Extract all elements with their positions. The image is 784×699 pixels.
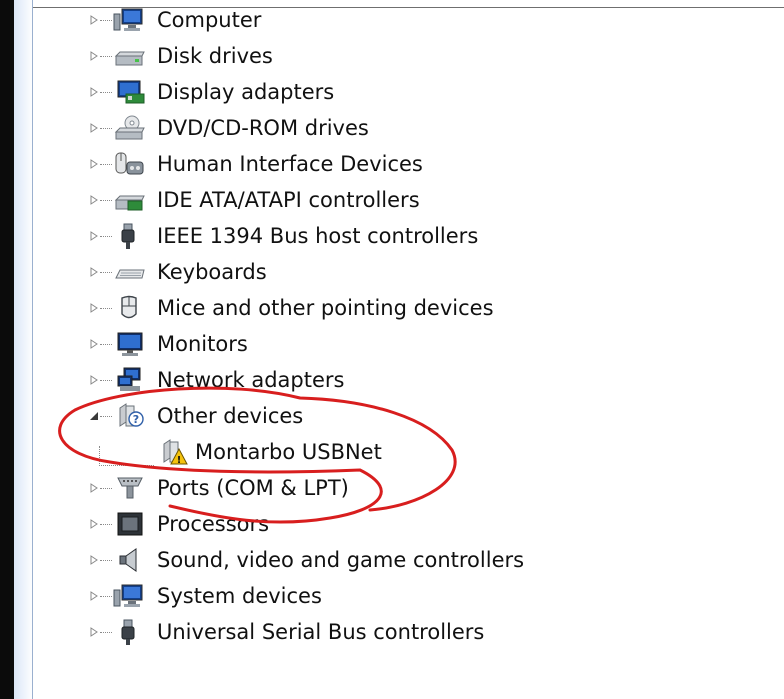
tree-connector [100, 92, 112, 93]
tree-item-label[interactable]: Human Interface Devices [157, 151, 423, 177]
tree-item-label[interactable]: Display adapters [157, 79, 334, 105]
tree-connector [100, 200, 112, 201]
keyboard-icon [115, 269, 145, 279]
tree-item-disk-drives[interactable]: Disk drives [0, 38, 784, 74]
tree-item-ieee1394[interactable]: IEEE 1394 Bus host controllers [0, 218, 784, 254]
firewire-icon [121, 223, 135, 249]
port-icon [117, 477, 143, 499]
expand-arrow-icon[interactable] [89, 231, 99, 241]
tree-item-label[interactable]: Network adapters [157, 367, 344, 393]
expand-arrow-icon[interactable] [89, 195, 99, 205]
expand-arrow-icon[interactable] [89, 591, 99, 601]
tree-item-processors[interactable]: Processors [0, 506, 784, 542]
system-device-icon [113, 584, 143, 607]
tree-item-label[interactable]: Sound, video and game controllers [157, 547, 524, 573]
tree-item-montarbo-usbnet[interactable]: ! Montarbo USBNet [0, 434, 784, 470]
tree-connector [100, 344, 112, 345]
svg-text:!: ! [177, 455, 182, 466]
dvd-drive-icon [114, 115, 145, 140]
expand-arrow-icon[interactable] [89, 519, 99, 529]
tree-connector [100, 56, 112, 57]
display-adapter-icon [117, 80, 145, 104]
svg-text:?: ? [133, 413, 139, 426]
tree-item-system-devices[interactable]: System devices [0, 578, 784, 614]
tree-item-label[interactable]: Montarbo USBNet [195, 439, 382, 465]
expand-arrow-icon[interactable] [89, 303, 99, 313]
tree-item-label[interactable]: IDE ATA/ATAPI controllers [157, 187, 420, 213]
device-tree: Computer Disk drives Display adapters DV… [0, 0, 784, 699]
tree-item-label[interactable]: Ports (COM & LPT) [157, 475, 349, 501]
tree-item-ide-controllers[interactable]: IDE ATA/ATAPI controllers [0, 182, 784, 218]
tree-connector [100, 632, 112, 633]
tree-item-monitors[interactable]: Monitors [0, 326, 784, 362]
disk-drive-icon [114, 51, 145, 66]
tree-item-label[interactable]: System devices [157, 583, 322, 609]
tree-item-other-devices[interactable]: ? Other devices [0, 398, 784, 434]
tree-item-sound[interactable]: Sound, video and game controllers [0, 542, 784, 578]
tree-item-label[interactable]: Monitors [157, 331, 248, 357]
tree-connector [100, 524, 112, 525]
tree-connector [100, 308, 112, 309]
tree-item-label[interactable]: Mice and other pointing devices [157, 295, 494, 321]
tree-item-label[interactable]: Computer [157, 7, 261, 33]
expand-arrow-icon[interactable] [89, 483, 99, 493]
tree-item-dvd-drives[interactable]: DVD/CD-ROM drives [0, 110, 784, 146]
tree-item-ports[interactable]: Ports (COM & LPT) [0, 470, 784, 506]
hid-icon [115, 152, 144, 175]
computer-icon [113, 8, 143, 31]
tree-item-hid[interactable]: Human Interface Devices [0, 146, 784, 182]
tree-item-display-adapters[interactable]: Display adapters [0, 74, 784, 110]
tree-connector [100, 560, 112, 561]
tree-item-computer[interactable]: Computer [0, 2, 784, 38]
speaker-icon [119, 548, 137, 572]
tree-connector [100, 380, 112, 381]
network-adapter-icon [117, 367, 141, 391]
tree-item-usb-controllers[interactable]: Universal Serial Bus controllers [0, 614, 784, 650]
expand-arrow-icon[interactable] [89, 159, 99, 169]
tree-item-label[interactable]: Processors [157, 511, 269, 537]
tree-item-network-adapters[interactable]: Network adapters [0, 362, 784, 398]
tree-connector [100, 488, 112, 489]
mouse-icon [121, 295, 137, 319]
expand-arrow-icon[interactable] [89, 555, 99, 565]
tree-item-label[interactable]: Disk drives [157, 43, 273, 69]
tree-connector [100, 236, 112, 237]
processor-icon [117, 512, 143, 536]
usb-icon [121, 619, 135, 645]
tree-item-label[interactable]: IEEE 1394 Bus host controllers [157, 223, 478, 249]
tree-item-label[interactable]: DVD/CD-ROM drives [157, 115, 369, 141]
tree-connector [100, 596, 112, 597]
tree-connector [100, 20, 112, 21]
tree-item-label[interactable]: Universal Serial Bus controllers [157, 619, 484, 645]
expand-arrow-icon[interactable] [89, 375, 99, 385]
ide-controller-icon [114, 195, 145, 211]
tree-connector [100, 164, 112, 165]
unknown-device-icon: ? [119, 403, 144, 427]
expand-arrow-icon[interactable] [89, 87, 99, 97]
collapse-arrow-icon[interactable] [89, 411, 99, 421]
tree-connector [100, 416, 112, 417]
expand-arrow-icon[interactable] [89, 339, 99, 349]
tree-item-label[interactable]: Other devices [157, 403, 303, 429]
expand-arrow-icon[interactable] [89, 51, 99, 61]
tree-item-keyboards[interactable]: Keyboards [0, 254, 784, 290]
expand-arrow-icon[interactable] [89, 15, 99, 25]
tree-connector [100, 272, 112, 273]
warning-device-icon: ! [163, 439, 188, 466]
expand-arrow-icon[interactable] [89, 267, 99, 277]
tree-connector [100, 128, 112, 129]
expand-arrow-icon[interactable] [89, 123, 99, 133]
monitor-icon [117, 332, 143, 356]
tree-item-mice[interactable]: Mice and other pointing devices [0, 290, 784, 326]
expand-arrow-icon[interactable] [89, 627, 99, 637]
tree-item-label[interactable]: Keyboards [157, 259, 267, 285]
